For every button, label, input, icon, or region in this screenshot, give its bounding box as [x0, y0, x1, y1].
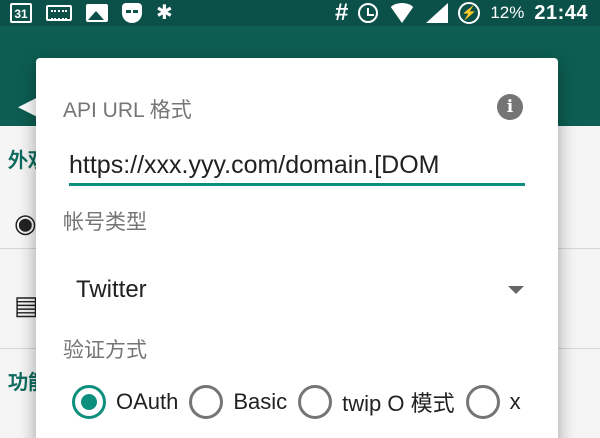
- image-icon: [86, 4, 108, 22]
- clock: 21:44: [534, 1, 588, 24]
- radio-unchecked-icon[interactable]: [298, 385, 333, 419]
- chevron-down-icon: [508, 286, 524, 294]
- account-type-value: Twitter: [76, 276, 147, 303]
- radio-checked-icon[interactable]: [72, 385, 106, 419]
- radio-basic[interactable]: Basic: [189, 385, 287, 419]
- battery-percent: 12%: [490, 3, 525, 22]
- radio-label-twip-o: twip O 模式: [342, 391, 455, 416]
- back-arrow-icon[interactable]: ◀: [18, 90, 38, 121]
- radio-oauth[interactable]: OAuth: [72, 385, 178, 419]
- account-settings-dialog: API URL 格式 i 帐号类型 Twitter 验证方式 OAuth Bas…: [36, 58, 558, 438]
- account-type-dropdown[interactable]: Twitter: [63, 268, 533, 312]
- system-icons: # ⚡ 12% 21:44: [335, 0, 588, 26]
- wifi-icon: [388, 3, 417, 23]
- alarm-icon: [358, 3, 379, 23]
- radio-label-oauth: OAuth: [116, 389, 179, 414]
- radio-label-basic: Basic: [233, 389, 288, 414]
- signal-icon: [426, 3, 449, 23]
- palette-icon: ◉: [14, 208, 37, 238]
- radio-unchecked-icon[interactable]: [465, 385, 500, 419]
- info-icon[interactable]: i: [497, 94, 523, 120]
- radio-x[interactable]: x: [465, 385, 521, 419]
- keyboard-icon: [46, 5, 72, 21]
- api-url-label: API URL 格式: [63, 99, 192, 122]
- mask-icon: [122, 3, 142, 23]
- radio-label-x: x: [509, 389, 521, 414]
- battery-icon: ⚡: [458, 2, 481, 24]
- auth-method-label: 验证方式: [63, 339, 147, 362]
- radio-unchecked-icon[interactable]: [189, 385, 224, 419]
- auth-method-radio-group: OAuth Basic twip O 模式 x: [72, 384, 532, 420]
- account-type-label: 帐号类型: [63, 211, 147, 234]
- leaf-icon: ✱: [156, 2, 173, 24]
- calendar-icon: 31: [10, 3, 32, 23]
- radio-twip-o[interactable]: twip O 模式: [298, 385, 455, 419]
- hash-icon: #: [334, 0, 349, 26]
- api-url-input[interactable]: [69, 148, 525, 186]
- article-icon: ▤: [14, 290, 39, 320]
- status-bar: 31 ✱ # ⚡ 12% 21:44: [0, 0, 600, 26]
- notification-icons: 31 ✱: [10, 2, 173, 24]
